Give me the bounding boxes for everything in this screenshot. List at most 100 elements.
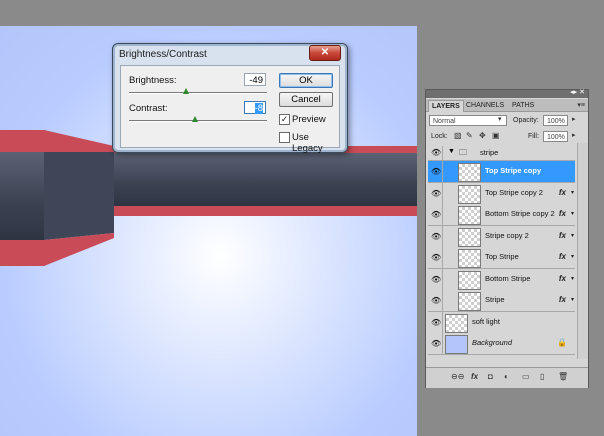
- cancel-button[interactable]: Cancel: [279, 92, 333, 107]
- layer-row[interactable]: 👁 Background 🔒: [428, 333, 575, 355]
- stripe-red-bottom-left: [0, 240, 45, 266]
- fx-badge-icon[interactable]: fx: [559, 188, 566, 197]
- fx-expand-icon[interactable]: ▾: [571, 296, 574, 303]
- layers-panel: ◂▸ ✕ LAYERS CHANNELS PATHS ▾≡ Normal ▾ O…: [425, 89, 589, 388]
- folder-icon: 🗀: [459, 148, 467, 157]
- use-legacy-label: Use Legacy: [292, 132, 323, 154]
- layer-thumbnail: [445, 335, 468, 354]
- panel-scrollbar[interactable]: [577, 143, 588, 359]
- layer-row[interactable]: 👁 Top Stripe copy 2 fx ▾: [428, 182, 575, 205]
- visibility-eye-icon[interactable]: 👁: [431, 339, 441, 348]
- visibility-eye-icon[interactable]: 👁: [431, 318, 441, 327]
- group-expand-icon[interactable]: ▼: [448, 148, 455, 155]
- adjustment-layer-icon[interactable]: ◐: [504, 372, 509, 381]
- brightness-label: Brightness:: [129, 75, 177, 86]
- add-mask-icon[interactable]: ◘: [488, 372, 493, 381]
- layer-row[interactable]: 👁 Top Stripe copy: [428, 161, 575, 183]
- layer-row[interactable]: 👁 Stripe copy 2 fx ▾: [428, 225, 575, 248]
- fx-expand-icon[interactable]: ▾: [571, 253, 574, 260]
- visibility-eye-icon[interactable]: 👁: [431, 167, 441, 176]
- lock-transparent-icon[interactable]: ▧: [454, 131, 462, 140]
- fill-arrow-icon[interactable]: ▸: [572, 131, 576, 139]
- layer-name: Stripe copy 2: [485, 230, 529, 240]
- brightness-contrast-dialog: Brightness/Contrast ✕ Brightness: -49 Co…: [112, 43, 348, 154]
- opacity-arrow-icon[interactable]: ▸: [572, 115, 576, 123]
- dialog-title: Brightness/Contrast: [119, 49, 207, 60]
- lock-paint-icon[interactable]: ✎: [466, 131, 473, 140]
- layer-thumbnail: [458, 270, 481, 290]
- layer-row[interactable]: 👁 Top Stripe fx ▾: [428, 247, 575, 269]
- layer-name: Top Stripe copy: [485, 166, 542, 175]
- layer-name: Background: [472, 338, 513, 347]
- layer-thumbnail: [458, 184, 481, 204]
- layer-row[interactable]: 👁 Bottom Stripe copy 2 fx ▾: [428, 204, 575, 226]
- fx-badge-icon[interactable]: fx: [559, 295, 566, 304]
- dialog-body: Brightness: -49 Contrast: -8 OK Cancel ✓…: [120, 65, 340, 154]
- panel-tabs: LAYERS CHANNELS PATHS ▾≡: [426, 99, 588, 112]
- brightness-slider-thumb[interactable]: [182, 88, 189, 94]
- brightness-slider-track[interactable]: [129, 92, 267, 94]
- tab-paths[interactable]: PATHS: [509, 100, 537, 111]
- visibility-eye-icon[interactable]: 👁: [431, 210, 441, 219]
- fx-badge-icon[interactable]: fx: [559, 231, 566, 240]
- layer-thumbnail: [458, 292, 481, 311]
- stripe-taper: [44, 130, 114, 266]
- brightness-field[interactable]: -49: [244, 73, 266, 86]
- stripe-red-top-left: [0, 130, 45, 152]
- fx-badge-icon[interactable]: fx: [559, 252, 566, 261]
- layer-name: Stripe: [485, 295, 505, 304]
- layer-thumbnail: [445, 313, 468, 333]
- tab-channels[interactable]: CHANNELS: [463, 100, 507, 111]
- contrast-slider-thumb[interactable]: [192, 116, 199, 122]
- lock-all-icon[interactable]: ▣: [492, 131, 500, 140]
- fx-badge-icon[interactable]: fx: [559, 209, 566, 218]
- close-button[interactable]: ✕: [309, 45, 341, 61]
- tab-layers[interactable]: LAYERS: [428, 100, 464, 112]
- visibility-eye-icon[interactable]: 👁: [431, 275, 441, 284]
- fill-field[interactable]: 100%: [543, 131, 568, 142]
- fx-expand-icon[interactable]: ▾: [571, 275, 574, 282]
- collapse-icon[interactable]: ◂▸ ✕: [570, 88, 585, 96]
- fx-expand-icon[interactable]: ▾: [571, 232, 574, 239]
- layer-name: Bottom Stripe copy 2: [485, 209, 555, 218]
- layer-name: soft light: [472, 316, 500, 326]
- link-layers-icon[interactable]: ⊖⊖: [451, 372, 464, 381]
- opacity-field[interactable]: 100%: [543, 115, 568, 126]
- contrast-field[interactable]: -8: [244, 101, 266, 114]
- visibility-eye-icon[interactable]: 👁: [431, 232, 441, 241]
- layer-thumbnail: [458, 249, 481, 268]
- blend-mode-select[interactable]: Normal: [429, 115, 507, 126]
- fx-expand-icon[interactable]: ▾: [571, 210, 574, 217]
- layer-row[interactable]: 👁 soft light: [428, 311, 575, 334]
- visibility-eye-icon[interactable]: 👁: [431, 253, 441, 262]
- layer-row[interactable]: 👁 Bottom Stripe fx ▾: [428, 268, 575, 291]
- lock-icon: 🔒: [557, 338, 567, 347]
- fx-icon[interactable]: fx: [471, 372, 478, 381]
- new-layer-icon[interactable]: ▯: [540, 372, 544, 381]
- panel-menu-icon[interactable]: ▾≡: [577, 101, 585, 109]
- lock-move-icon[interactable]: ✥: [479, 131, 486, 140]
- fx-expand-icon[interactable]: ▾: [571, 189, 574, 196]
- visibility-eye-icon[interactable]: 👁: [431, 148, 441, 157]
- fill-label: Fill:: [528, 133, 539, 140]
- stripe-dark-left: [0, 152, 45, 240]
- visibility-eye-icon[interactable]: 👁: [431, 189, 441, 198]
- layer-name: Top Stripe: [485, 252, 519, 261]
- use-legacy-checkbox[interactable]: [279, 132, 290, 143]
- layer-group-stripe[interactable]: 👁 ▼ 🗀 stripe: [428, 146, 575, 161]
- panel-titlebar[interactable]: ◂▸ ✕: [426, 88, 588, 98]
- visibility-eye-icon[interactable]: 👁: [431, 296, 441, 305]
- preview-checkbox[interactable]: ✓: [279, 114, 290, 125]
- stripe-red-bottom-main: [114, 206, 417, 216]
- ok-button[interactable]: OK: [279, 73, 333, 88]
- fx-badge-icon[interactable]: fx: [559, 274, 566, 283]
- layer-thumbnail: [458, 227, 481, 247]
- stripe-dark-main: [114, 153, 417, 206]
- trash-icon[interactable]: 🗑: [558, 372, 568, 381]
- new-group-icon[interactable]: ▭: [522, 372, 530, 381]
- layer-thumbnail: [458, 206, 481, 225]
- layer-thumbnail: [458, 163, 481, 182]
- layer-row[interactable]: 👁 Stripe fx ▾: [428, 290, 575, 312]
- layer-name: Top Stripe copy 2: [485, 187, 543, 197]
- layer-name: Bottom Stripe: [485, 273, 531, 283]
